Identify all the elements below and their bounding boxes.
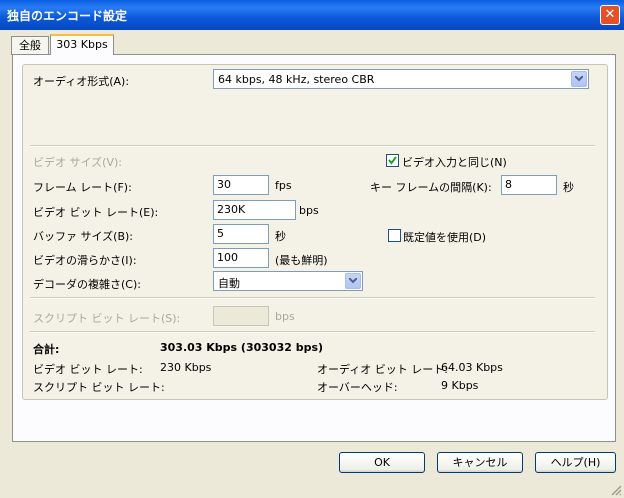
video-bitrate-unit: bps: [299, 204, 319, 217]
tab-303kbps[interactable]: 303 Kbps: [50, 34, 114, 55]
keyframe-interval-input[interactable]: 8: [501, 175, 557, 195]
video-bitrate-label: ビデオ ビット レート(E):: [33, 206, 159, 219]
summary-overhead-value: 9 Kbps: [441, 379, 479, 392]
buffer-size-unit: 秒: [275, 230, 286, 243]
separator: [30, 331, 595, 333]
use-default-checkbox[interactable]: [388, 229, 401, 242]
tab-303kbps-label: 303 Kbps: [56, 38, 108, 51]
summary-script-bitrate-label: スクリプト ビット レート:: [33, 381, 165, 394]
total-label: 合計:: [33, 343, 60, 356]
separator: [30, 297, 595, 299]
buffer-size-input[interactable]: 5: [213, 224, 269, 244]
help-button[interactable]: ヘルプ(H): [535, 452, 616, 473]
summary-video-bitrate-label: ビデオ ビット レート:: [33, 363, 143, 376]
same-as-input-label: ビデオ入力と同じ(N): [402, 156, 507, 169]
audio-format-value: 64 kbps, 48 kHz, stereo CBR: [218, 73, 375, 86]
separator: [30, 145, 595, 147]
decoder-complexity-select[interactable]: 自動: [213, 271, 363, 291]
keyframe-interval-label: キー フレームの間隔(K):: [370, 181, 492, 194]
resize-grip-icon[interactable]: [610, 484, 622, 496]
summary-overhead-label: オーバーヘッド:: [317, 381, 398, 394]
ok-button[interactable]: OK: [339, 452, 425, 473]
chevron-down-icon: [571, 71, 587, 87]
use-default-label: 既定値を使用(D): [403, 231, 487, 244]
frame-rate-label: フレーム レート(F):: [33, 181, 132, 194]
tab-general-label: 全般: [19, 39, 41, 52]
summary-video-bitrate-value: 230 Kbps: [160, 361, 212, 374]
audio-format-label: オーディオ形式(A):: [33, 75, 130, 88]
script-bitrate-input[interactable]: [213, 306, 269, 326]
decoder-complexity-value: 自動: [218, 277, 240, 290]
audio-format-select[interactable]: 64 kbps, 48 kHz, stereo CBR: [213, 69, 589, 89]
video-bitrate-input[interactable]: 230K: [213, 200, 296, 220]
buffer-size-label: バッファ サイズ(B):: [33, 230, 134, 243]
close-icon: ✕: [604, 7, 616, 22]
cancel-button[interactable]: キャンセル: [437, 452, 523, 473]
summary-audio-bitrate-value: 64.03 Kbps: [441, 361, 503, 374]
frame-rate-input[interactable]: 30: [213, 175, 269, 195]
video-size-label: ビデオ サイズ(V):: [33, 156, 122, 169]
decoder-complexity-label: デコーダの複雑さ(C):: [33, 278, 141, 291]
chevron-down-icon: [345, 273, 361, 289]
keyframe-interval-unit: 秒: [563, 181, 574, 194]
tab-general[interactable]: 全般: [11, 36, 49, 55]
title-bar: 独自のエンコード設定 ✕: [0, 0, 624, 30]
window-title: 独自のエンコード設定: [7, 9, 128, 23]
script-bitrate-unit: bps: [275, 310, 295, 323]
frame-rate-unit: fps: [275, 179, 292, 192]
same-as-input-checkbox[interactable]: [386, 154, 399, 167]
video-smoothness-input[interactable]: 100: [213, 248, 269, 268]
close-button[interactable]: ✕: [600, 5, 620, 25]
script-bitrate-label: スクリプト ビット レート(S):: [33, 312, 181, 325]
total-value: 303.03 Kbps (303032 bps): [160, 341, 324, 354]
video-smoothness-label: ビデオの滑らかさ(I):: [33, 254, 137, 267]
video-smoothness-note: (最も鮮明): [275, 254, 328, 267]
summary-audio-bitrate-label: オーディオ ビット レート:: [317, 363, 448, 376]
